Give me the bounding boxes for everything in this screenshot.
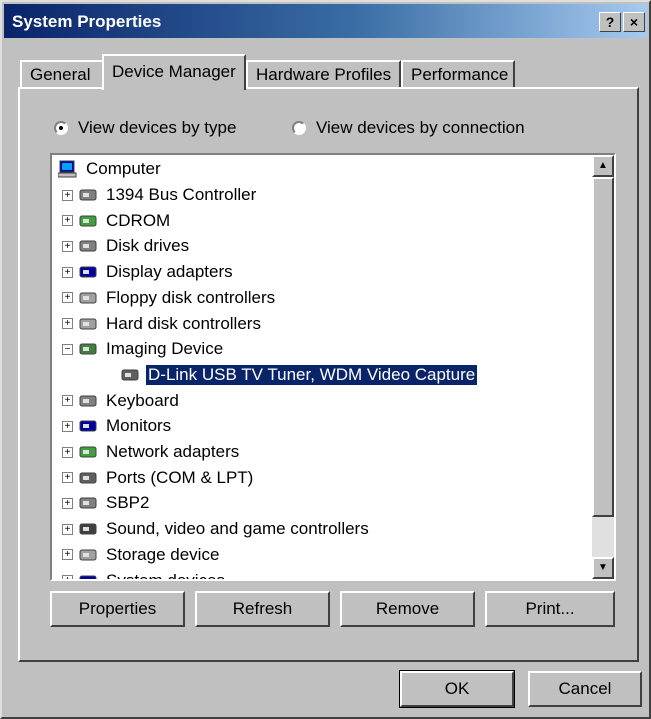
tree-item-label: Display adapters <box>106 262 233 282</box>
scroll-up-button[interactable]: ▲ <box>592 155 614 177</box>
tree-item-label-selected: D-Link USB TV Tuner, WDM Video Capture <box>146 364 478 385</box>
cancel-button[interactable]: Cancel <box>528 671 642 707</box>
tree-scrollbar[interactable]: ▲ ▼ <box>592 155 614 579</box>
tree-item-label: Network adapters <box>106 442 240 461</box>
tab-device-manager[interactable]: Device Manager <box>102 54 246 90</box>
storage-device-icon <box>78 546 98 564</box>
disk-drive-icon <box>78 237 98 255</box>
view-by-connection-option[interactable]: View devices by connection <box>292 118 525 138</box>
tab-hardware-profiles[interactable]: Hardware Profiles <box>246 60 401 88</box>
properties-button[interactable]: Properties <box>50 591 185 627</box>
floppy-controller-icon <box>78 289 98 307</box>
tree-item-label: Imaging Device <box>106 339 224 359</box>
expand-icon[interactable]: + <box>62 420 73 432</box>
expand-icon[interactable]: + <box>62 189 73 201</box>
radio-unselected-icon[interactable] <box>292 121 306 135</box>
tree-category-item[interactable]: + Storage device <box>62 543 221 567</box>
computer-icon <box>57 160 78 178</box>
hard-disk-controller-icon <box>78 315 98 333</box>
port-icon <box>78 469 98 487</box>
system-properties-window: System Properties ? × General Device Man… <box>0 0 651 719</box>
tree-item-label: Storage device <box>106 544 220 564</box>
expand-icon[interactable]: + <box>62 215 73 227</box>
tree-item-label: Disk drives <box>106 236 190 256</box>
title-bar[interactable]: System Properties ? × <box>4 4 647 38</box>
expand-icon[interactable]: + <box>62 523 73 535</box>
tree-category-item[interactable]: + Network adapters <box>62 440 241 464</box>
expand-icon[interactable]: + <box>62 266 73 278</box>
sbp2-icon <box>78 494 98 512</box>
expand-icon[interactable]: + <box>62 318 73 329</box>
radio-selected-icon[interactable] <box>54 121 68 135</box>
webcam-icon <box>120 366 140 384</box>
close-icon: × <box>629 14 639 30</box>
print-button[interactable]: Print... <box>485 591 615 627</box>
system-device-icon <box>78 572 98 579</box>
tree-category-item[interactable]: + Floppy disk controllers <box>62 286 277 310</box>
tree-item-label: SBP2 <box>106 493 150 513</box>
tree-category-item[interactable]: + Ports (COM & LPT) <box>62 466 255 490</box>
expand-icon[interactable]: + <box>62 240 73 252</box>
expand-icon[interactable]: + <box>62 549 73 561</box>
view-by-connection-label: View devices by connection <box>316 118 525 137</box>
monitor-icon <box>78 417 98 435</box>
expand-icon[interactable]: + <box>62 575 73 579</box>
help-icon: ? <box>605 14 615 30</box>
tree-item-label: Floppy disk controllers <box>106 287 276 307</box>
tab-performance[interactable]: Performance <box>401 60 515 88</box>
view-by-type-label: View devices by type <box>78 118 237 137</box>
view-by-type-option[interactable]: View devices by type <box>54 118 236 138</box>
help-button[interactable]: ? <box>599 12 621 32</box>
tree-item-label: System devices <box>104 571 227 580</box>
tree-root-label: Computer <box>86 159 161 178</box>
tree-device-item[interactable]: D-Link USB TV Tuner, WDM Video Capture <box>120 363 478 387</box>
scroll-down-button[interactable]: ▼ <box>592 557 614 579</box>
window-title: System Properties <box>12 12 162 31</box>
scroll-thumb[interactable] <box>592 177 614 517</box>
tree-item-label: CDROM <box>106 210 171 230</box>
tree-category-item[interactable]: + Disk drives <box>62 234 191 258</box>
tab-general[interactable]: General <box>20 60 104 88</box>
tree-category-item[interactable]: + Display adapters <box>62 260 235 284</box>
tree-root[interactable]: Computer <box>57 157 163 181</box>
refresh-button[interactable]: Refresh <box>195 591 330 627</box>
expand-icon[interactable]: + <box>62 292 73 304</box>
device-tree[interactable]: Computer +1394 Bus Controller + CDROM + Disk… <box>50 153 616 581</box>
imaging-device-icon <box>78 340 98 358</box>
tree-category-item[interactable]: + System devices <box>62 569 227 580</box>
remove-button[interactable]: Remove <box>340 591 475 627</box>
tree-category-item[interactable]: + SBP2 <box>62 491 151 515</box>
keyboard-icon <box>78 392 98 410</box>
expand-icon[interactable]: + <box>62 446 73 458</box>
bus-controller-icon <box>78 186 98 204</box>
tree-category-item[interactable]: + Hard disk controllers <box>62 312 263 336</box>
expand-icon[interactable]: + <box>62 472 73 484</box>
tree-category-item[interactable]: + Keyboard <box>62 389 181 413</box>
tree-category-item[interactable]: + Monitors <box>62 414 173 438</box>
tree-category-item[interactable]: − Imaging Device <box>62 337 225 361</box>
ok-button[interactable]: OK <box>399 670 515 708</box>
expand-icon[interactable]: + <box>62 497 73 509</box>
collapse-icon[interactable]: − <box>62 343 73 355</box>
tree-item-label: Keyboard <box>106 390 179 410</box>
expand-icon[interactable]: + <box>62 395 73 407</box>
tree-item-label: Monitors <box>106 416 172 436</box>
tree-category-item[interactable]: + Sound, video and game controllers <box>62 517 371 541</box>
tree-category-item[interactable]: +1394 Bus Controller <box>62 183 258 207</box>
sound-icon <box>78 520 98 538</box>
tree-item-label: Hard disk controllers <box>106 313 261 333</box>
close-button[interactable]: × <box>623 12 645 32</box>
tree-category-item[interactable]: + CDROM <box>62 209 172 233</box>
display-adapter-icon <box>78 263 98 281</box>
tree-item-label: 1394 Bus Controller <box>106 185 257 204</box>
tree-item-label: Ports (COM & LPT) <box>106 467 254 487</box>
tree-item-label: Sound, video and game controllers <box>106 519 369 539</box>
network-adapter-icon <box>78 443 98 461</box>
cdrom-icon <box>78 212 98 230</box>
